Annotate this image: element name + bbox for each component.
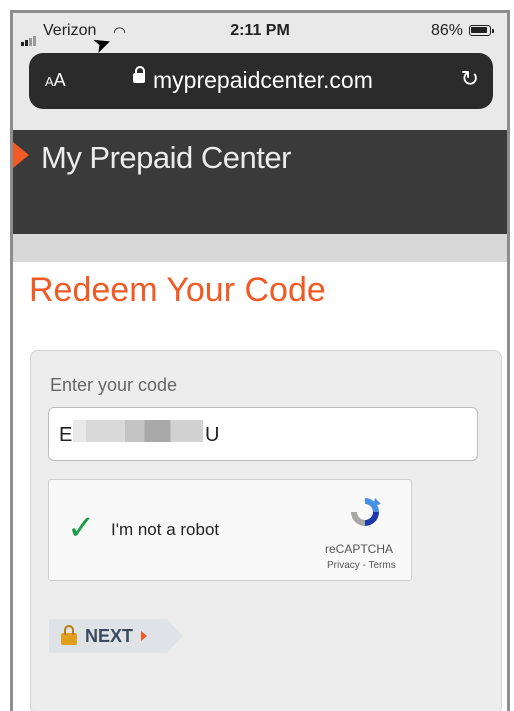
page-title: Redeem Your Code bbox=[29, 271, 326, 309]
status-bar: Verizon ◠ ➤ 2:11 PM 86% bbox=[13, 13, 507, 58]
lock-icon bbox=[61, 633, 77, 645]
arrow-right-icon bbox=[141, 631, 147, 641]
next-button[interactable]: NEXT bbox=[49, 619, 183, 653]
battery-percent: 86% bbox=[430, 22, 463, 39]
browser-chrome: Verizon ◠ ➤ 2:11 PM 86% AA myprepaidcent… bbox=[13, 13, 507, 130]
recaptcha-icon bbox=[351, 498, 381, 526]
recaptcha-brand: reCAPTCHA bbox=[325, 542, 394, 556]
checkmark-icon[interactable]: ✓ bbox=[67, 508, 96, 548]
code-input[interactable]: E U bbox=[48, 407, 478, 461]
code-prefix: E bbox=[59, 424, 73, 446]
redeem-form: Enter your code E U ✓ I'm not a robot re… bbox=[30, 350, 502, 711]
lock-icon bbox=[133, 66, 145, 83]
text-size-button[interactable]: AA bbox=[45, 70, 66, 91]
captcha-label: I'm not a robot bbox=[111, 520, 220, 539]
code-suffix: U bbox=[205, 424, 220, 446]
recaptcha-links[interactable]: Privacy - Terms bbox=[327, 560, 396, 571]
screen: Verizon ◠ ➤ 2:11 PM 86% AA myprepaidcent… bbox=[10, 10, 510, 711]
brand-arrow-icon bbox=[13, 142, 29, 168]
nav-band bbox=[13, 234, 507, 262]
next-label: NEXT bbox=[85, 625, 134, 646]
recaptcha-widget[interactable]: ✓ I'm not a robot reCAPTCHA Privacy - Te… bbox=[48, 479, 412, 581]
url-domain[interactable]: myprepaidcenter.com bbox=[153, 67, 373, 94]
redacted-code bbox=[73, 420, 203, 442]
address-bar[interactable]: AA myprepaidcenter.com ↻ bbox=[29, 53, 493, 109]
site-header: My Prepaid Center bbox=[13, 130, 507, 234]
code-label: Enter your code bbox=[50, 375, 178, 395]
site-logo[interactable]: My Prepaid Center bbox=[41, 140, 291, 176]
battery-icon bbox=[469, 25, 494, 36]
reload-icon[interactable]: ↻ bbox=[461, 66, 479, 92]
